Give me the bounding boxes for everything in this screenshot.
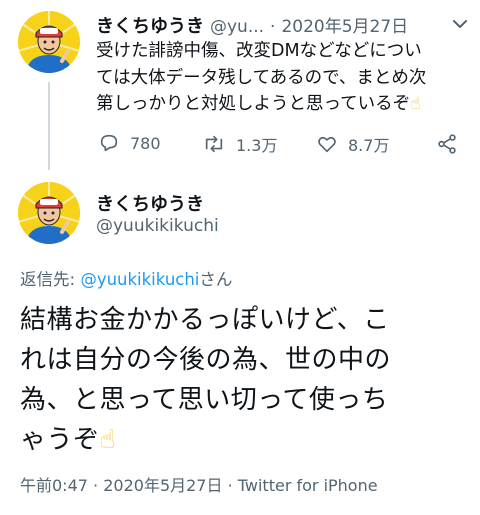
tweet-date[interactable]: 2020年5月27日 <box>281 12 408 37</box>
separator: · <box>270 17 276 37</box>
handle[interactable]: @yuukikikuchi <box>96 216 219 236</box>
retweet-button[interactable]: 1.3万 <box>202 132 277 156</box>
avatar-tweet1[interactable] <box>18 11 80 73</box>
tweet-date[interactable]: 2020年5月27日 <box>103 476 222 495</box>
reply-button[interactable]: 780 <box>98 132 161 154</box>
retweet-icon <box>205 135 223 153</box>
tweet-text-line: ゃうぞ <box>20 425 100 455</box>
chevron-down-icon[interactable] <box>450 14 470 38</box>
retweet-count: 1.3万 <box>236 136 278 155</box>
reply-context: 返信先: @yuukikikuchiさん <box>20 266 232 290</box>
tweet-text-line: 受けた誹謗中傷、改変DMなどなどについ <box>96 41 422 61</box>
tweet2-footer: 午前0:47 · 2020年5月27日 · Twitter for iPhone <box>20 472 378 496</box>
reply-suffix: さん <box>199 270 233 289</box>
separator: · <box>227 476 233 495</box>
tweet2-text: 結構お金かかるっぽいけど、こ れは自分の今後の為、世の中の 為、と思って思い切っ… <box>20 300 470 460</box>
reply-count: 780 <box>130 133 161 153</box>
display-name[interactable]: きくちゆうき <box>96 190 204 216</box>
tweet-text-line: ては大体データ残してあるので、まとめ次 <box>96 67 427 88</box>
tweet-source[interactable]: Twitter for iPhone <box>238 476 378 495</box>
tweet-text-line: 為、と思って思い切って使っち <box>20 385 389 415</box>
pointing-up-emoji: ☝ <box>99 425 116 455</box>
display-name[interactable]: きくちゆうき <box>96 12 204 38</box>
thread-connector-line <box>48 82 50 170</box>
share-icon <box>438 134 456 154</box>
like-icon <box>318 136 336 153</box>
tweet-time[interactable]: 午前0:47 <box>20 476 88 495</box>
avatar-illustration <box>18 182 80 244</box>
share-button[interactable] <box>436 133 458 159</box>
pointing-up-emoji: ☝ <box>410 94 421 114</box>
avatar-tweet2[interactable] <box>18 182 80 244</box>
separator: · <box>93 476 99 495</box>
tweet-text-line: 結構お金かかるっぽいけど、こ <box>20 305 390 335</box>
tweet-text-line: 第しっかりと対処しようと思っているぞ <box>96 94 411 114</box>
like-button[interactable]: 8.7万 <box>316 132 389 156</box>
tweet1-text: 受けた誹謗中傷、改変DMなどなどについ ては大体データ残してあるので、まとめ次 … <box>96 38 476 118</box>
tweet1-header: きくちゆうき @yu... · 2020年5月27日 <box>96 12 408 38</box>
handle[interactable]: @yu... <box>210 17 264 37</box>
avatar-illustration <box>18 11 80 73</box>
reply-icon <box>100 134 118 152</box>
tweet-text-line: れは自分の今後の為、世の中の <box>20 345 392 375</box>
like-count: 8.7万 <box>348 136 390 155</box>
reply-label: 返信先: <box>20 270 81 289</box>
reply-mention-link[interactable]: @yuukikikuchi <box>80 270 199 289</box>
